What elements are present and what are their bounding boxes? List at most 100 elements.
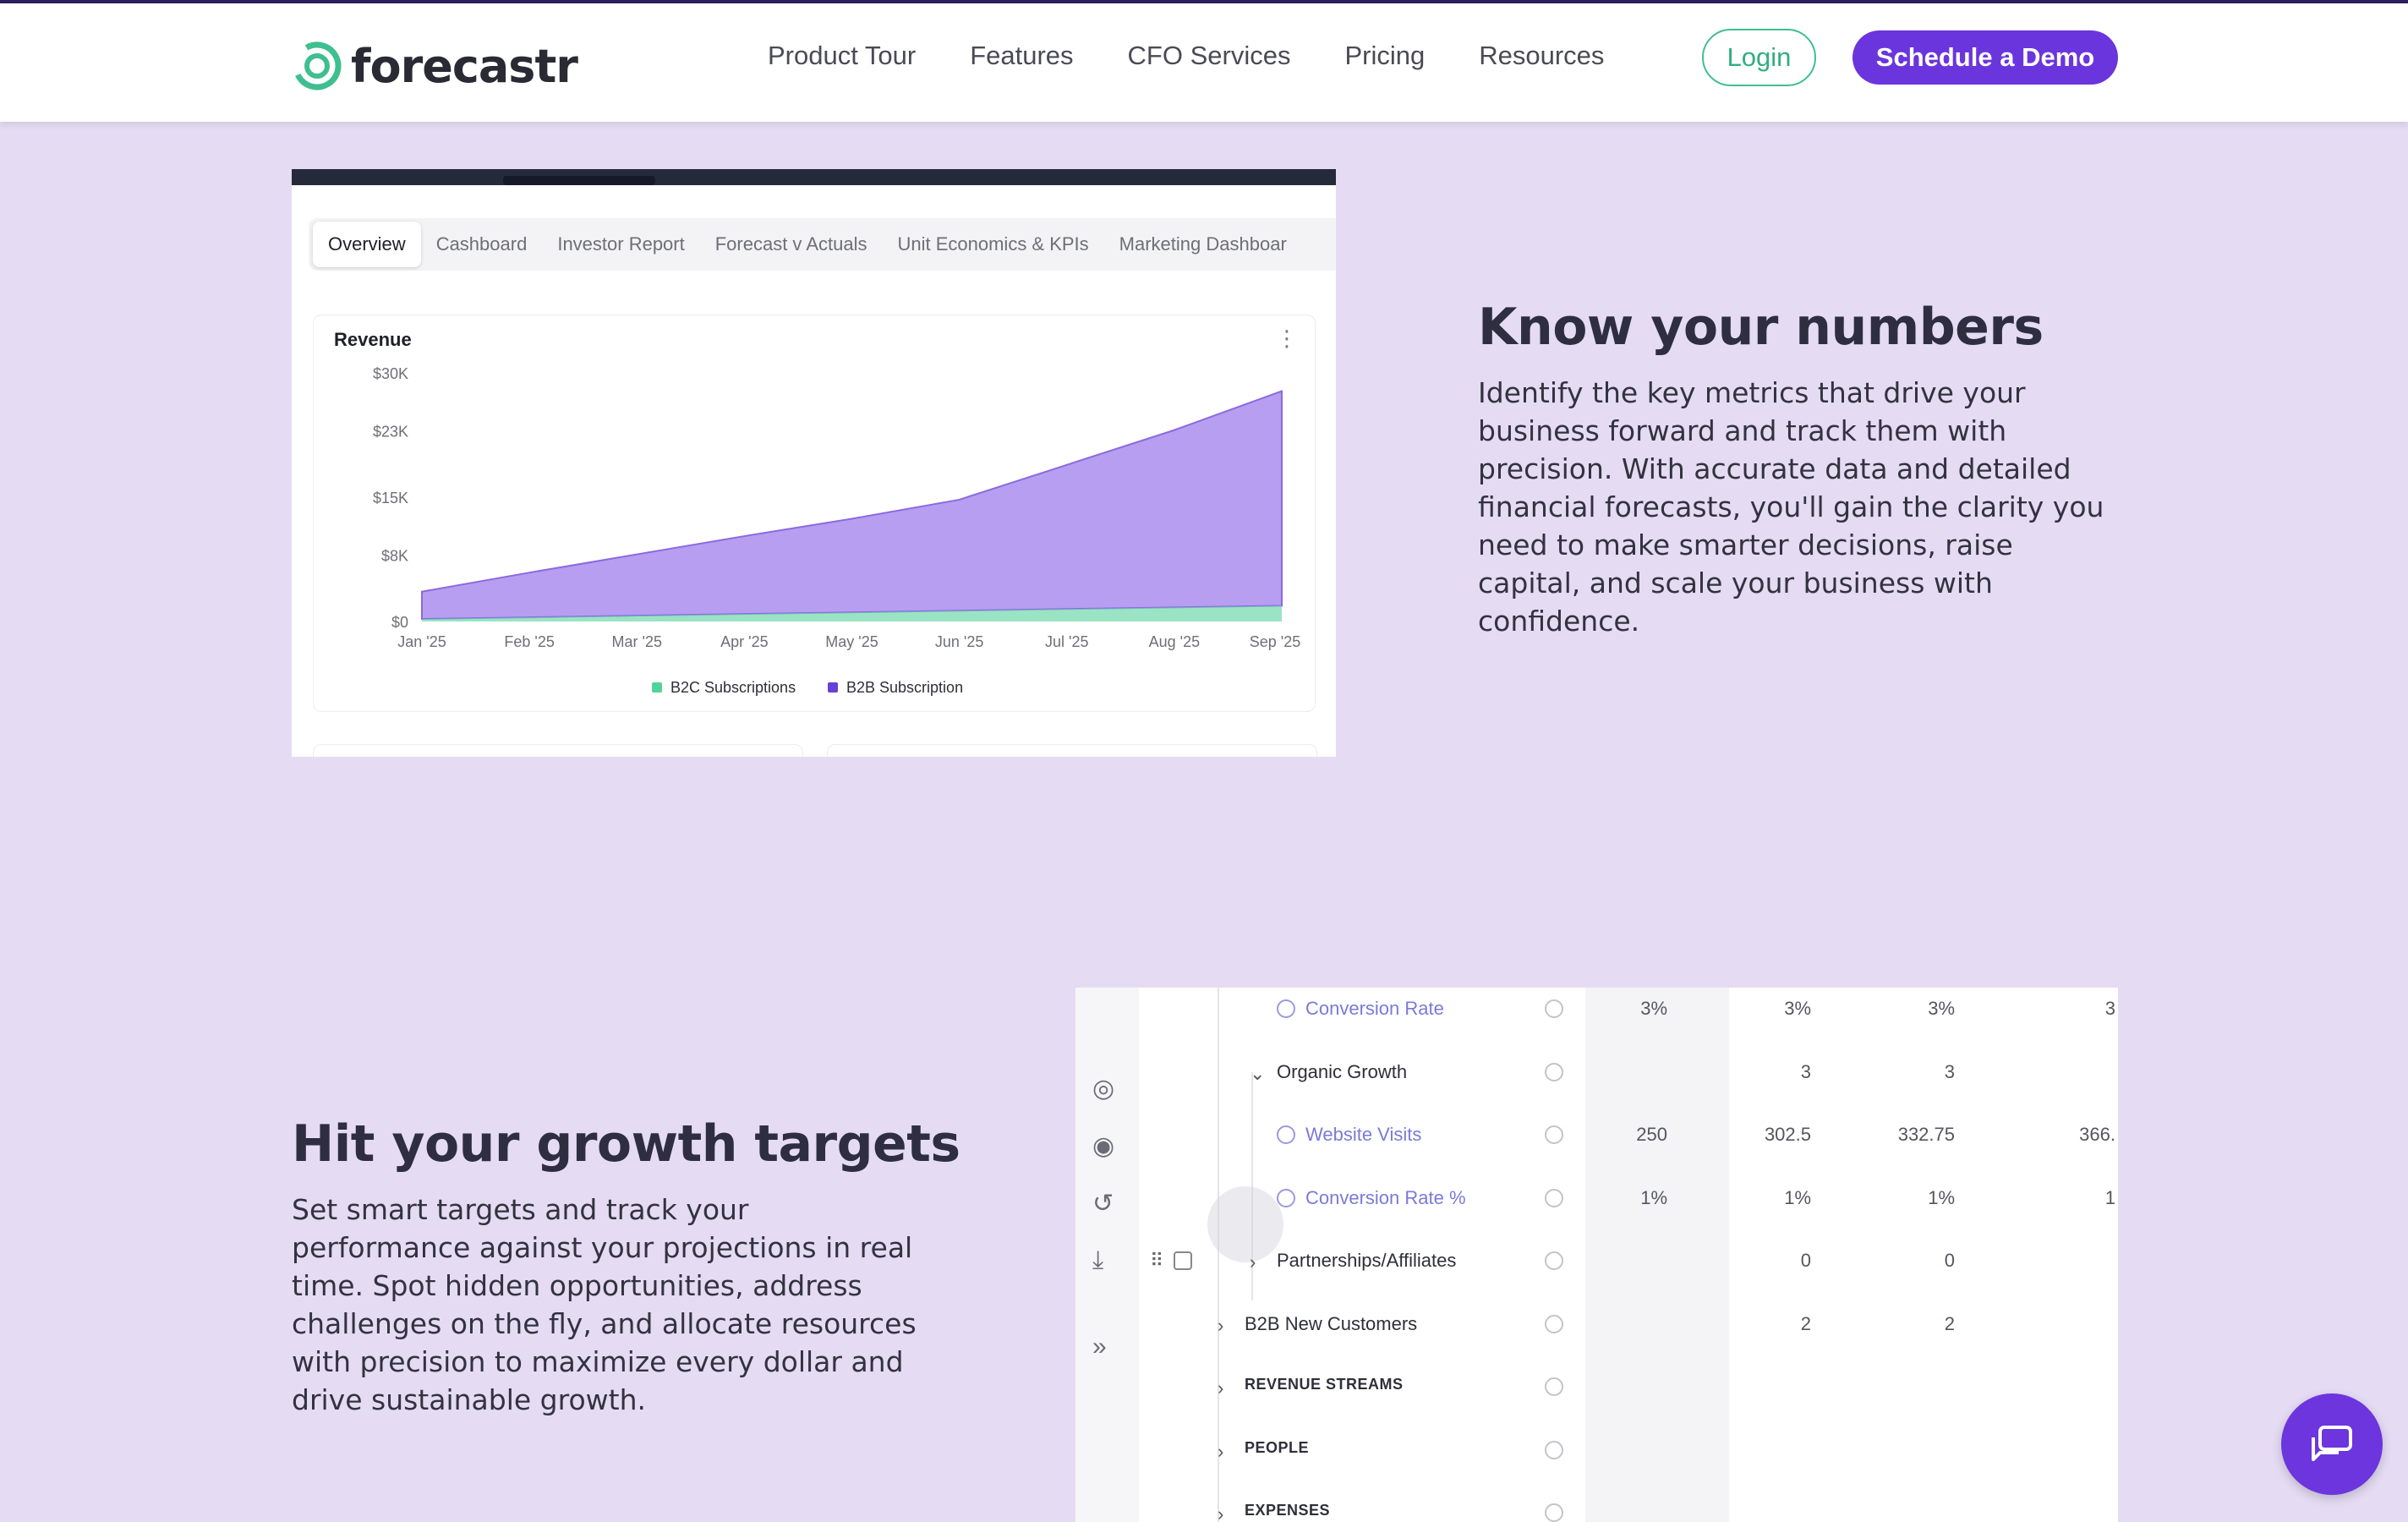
table-cell[interactable]: 3% <box>1853 998 1955 1020</box>
info-icon[interactable] <box>1545 1188 1563 1207</box>
section1-heading: Know your numbers <box>1478 298 2044 357</box>
table-cell[interactable]: 3 <box>1710 1061 1811 1083</box>
top-navigation: forecastr Product Tour Features CFO Serv… <box>0 3 2408 122</box>
driver-icon <box>1277 1188 1295 1207</box>
table-cell[interactable]: 1% <box>1853 1187 1955 1209</box>
window-top-bar <box>292 169 1336 185</box>
cursor-highlight <box>1207 1186 1283 1262</box>
table-cell[interactable]: 366. <box>2014 1124 2115 1146</box>
expand-icon[interactable]: » <box>1092 1333 1107 1361</box>
chat-icon <box>2312 1426 2352 1461</box>
info-icon[interactable] <box>1545 1314 1563 1333</box>
download-icon[interactable]: ⤓ <box>1092 1246 1103 1275</box>
tab-unit-economics[interactable]: Unit Economics & KPIs <box>882 222 1103 267</box>
chevron-down-icon[interactable]: ⌄ <box>1250 1063 1265 1085</box>
row-label[interactable]: PEOPLE <box>1245 1439 1309 1457</box>
table-cell[interactable]: 2 <box>1853 1313 1955 1335</box>
chevron-right-icon[interactable]: › <box>1218 1315 1223 1337</box>
secondary-card-left <box>313 744 803 757</box>
nav-product-tour[interactable]: Product Tour <box>768 39 916 73</box>
history-icon[interactable]: ↺ <box>1092 1189 1114 1218</box>
tab-investor-report[interactable]: Investor Report <box>542 222 699 267</box>
model-table-screenshot: ◎ ◉ ↺ ⤓ » Conversion Rate 3% 3% 3% 3 ⌄ Organic… <box>1075 988 2118 1522</box>
table-cell[interactable]: 1% <box>1710 1187 1811 1209</box>
x-tick-label: Sep '25 <box>1250 633 1301 650</box>
tab-forecast-v-actuals[interactable]: Forecast v Actuals <box>700 222 883 267</box>
y-tick-label: $0 <box>391 614 408 631</box>
forecastr-logo[interactable]: forecastr <box>292 39 578 93</box>
tab-overview[interactable]: Overview <box>313 222 421 267</box>
logo-wordmark: forecastr <box>351 39 578 93</box>
chat-widget-button[interactable] <box>2281 1393 2383 1495</box>
logo-mark-icon <box>293 41 342 90</box>
x-tick-label: Aug '25 <box>1149 633 1201 650</box>
y-tick-label: $15K <box>373 490 408 506</box>
login-button[interactable]: Login <box>1702 29 1816 86</box>
y-tick-label: $30K <box>373 365 408 382</box>
row-label[interactable]: Conversion Rate <box>1305 998 1444 1020</box>
dashboard-tabs: Overview Cashboard Investor Report Forec… <box>313 222 1302 267</box>
info-icon[interactable] <box>1545 1503 1563 1522</box>
table-cell[interactable]: 3% <box>1710 998 1811 1020</box>
table-cell[interactable]: 2 <box>1710 1313 1811 1335</box>
table-cell[interactable]: 0 <box>1853 1250 1955 1272</box>
row-label[interactable]: B2B New Customers <box>1245 1313 1417 1335</box>
row-label[interactable]: Partnerships/Affiliates <box>1277 1250 1456 1272</box>
info-icon[interactable] <box>1545 1062 1563 1081</box>
table-cell[interactable]: 332.75 <box>1853 1124 1955 1146</box>
x-tick-label: Jan '25 <box>397 633 446 650</box>
chevron-right-icon[interactable]: › <box>1218 1441 1223 1463</box>
info-icon[interactable] <box>1545 1377 1563 1396</box>
row-label[interactable]: Organic Growth <box>1277 1061 1407 1083</box>
table-cell[interactable]: 3 <box>2014 998 2115 1020</box>
info-icon[interactable] <box>1545 1125 1563 1144</box>
x-tick-label: May '25 <box>825 633 878 650</box>
x-tick-label: Jun '25 <box>935 633 983 650</box>
legend-swatch <box>652 682 662 693</box>
globe-icon[interactable]: ◎ <box>1092 1074 1114 1103</box>
eye-icon[interactable]: ◉ <box>1092 1131 1114 1161</box>
primary-nav: Product Tour Features CFO Services Prici… <box>768 39 1658 73</box>
nav-features[interactable]: Features <box>970 39 1073 73</box>
row-label[interactable]: EXPENSES <box>1245 1502 1330 1519</box>
chevron-right-icon[interactable]: › <box>1218 1503 1223 1522</box>
side-rail: ◎ ◉ ↺ ⤓ » <box>1075 988 1139 1522</box>
column-shade <box>1585 988 1729 1522</box>
table-cell[interactable]: 0 <box>1710 1250 1811 1272</box>
row-label[interactable]: Conversion Rate % <box>1305 1187 1466 1209</box>
x-tick-label: Mar '25 <box>612 633 662 650</box>
kebab-icon[interactable]: ⋮ <box>1276 326 1298 352</box>
driver-icon <box>1277 999 1295 1018</box>
info-icon[interactable] <box>1545 999 1563 1018</box>
info-icon[interactable] <box>1545 1251 1563 1270</box>
card-title: Revenue <box>334 329 412 350</box>
table-cell[interactable]: 3% <box>1566 998 1667 1020</box>
row-label[interactable]: REVENUE STREAMS <box>1245 1376 1404 1393</box>
drag-handle-icon[interactable]: ⠿ <box>1150 1250 1163 1272</box>
row-checkbox[interactable] <box>1174 1251 1192 1270</box>
nav-pricing[interactable]: Pricing <box>1344 39 1425 73</box>
nav-resources[interactable]: Resources <box>1479 39 1604 73</box>
tab-cashboard[interactable]: Cashboard <box>421 222 543 267</box>
table-cell[interactable]: 3 <box>1853 1061 1955 1083</box>
table-cell[interactable]: 250 <box>1566 1124 1667 1146</box>
table-cell[interactable]: 1% <box>1566 1187 1667 1209</box>
dashboard-screenshot: Overview Cashboard Investor Report Forec… <box>292 169 1336 757</box>
legend-label: B2C Subscriptions <box>670 679 796 696</box>
x-tick-label: Jul '25 <box>1045 633 1088 650</box>
chevron-right-icon[interactable]: › <box>1218 1377 1223 1399</box>
chevron-right-icon[interactable]: › <box>1250 1251 1256 1273</box>
tab-marketing-dashboard[interactable]: Marketing Dashboar <box>1104 222 1302 267</box>
revenue-card: $30K $23K $15K $8K $0 Jan '25 Feb '25 Mar '25 Ap… <box>313 315 1316 712</box>
table-cell[interactable]: 302.5 <box>1710 1124 1811 1146</box>
schedule-demo-button[interactable]: Schedule a Demo <box>1853 30 2118 85</box>
y-tick-label: $8K <box>381 548 408 565</box>
section2-body: Set smart targets and track your perform… <box>292 1193 917 1416</box>
row-label[interactable]: Website Visits <box>1305 1124 1421 1146</box>
secondary-card-right <box>827 744 1317 757</box>
section1-body: Identify the key metrics that drive your… <box>1478 376 2104 638</box>
nav-cfo-services[interactable]: CFO Services <box>1128 39 1291 73</box>
x-tick-label: Apr '25 <box>720 633 768 650</box>
table-cell[interactable]: 1 <box>2014 1187 2115 1209</box>
info-icon[interactable] <box>1545 1440 1563 1459</box>
